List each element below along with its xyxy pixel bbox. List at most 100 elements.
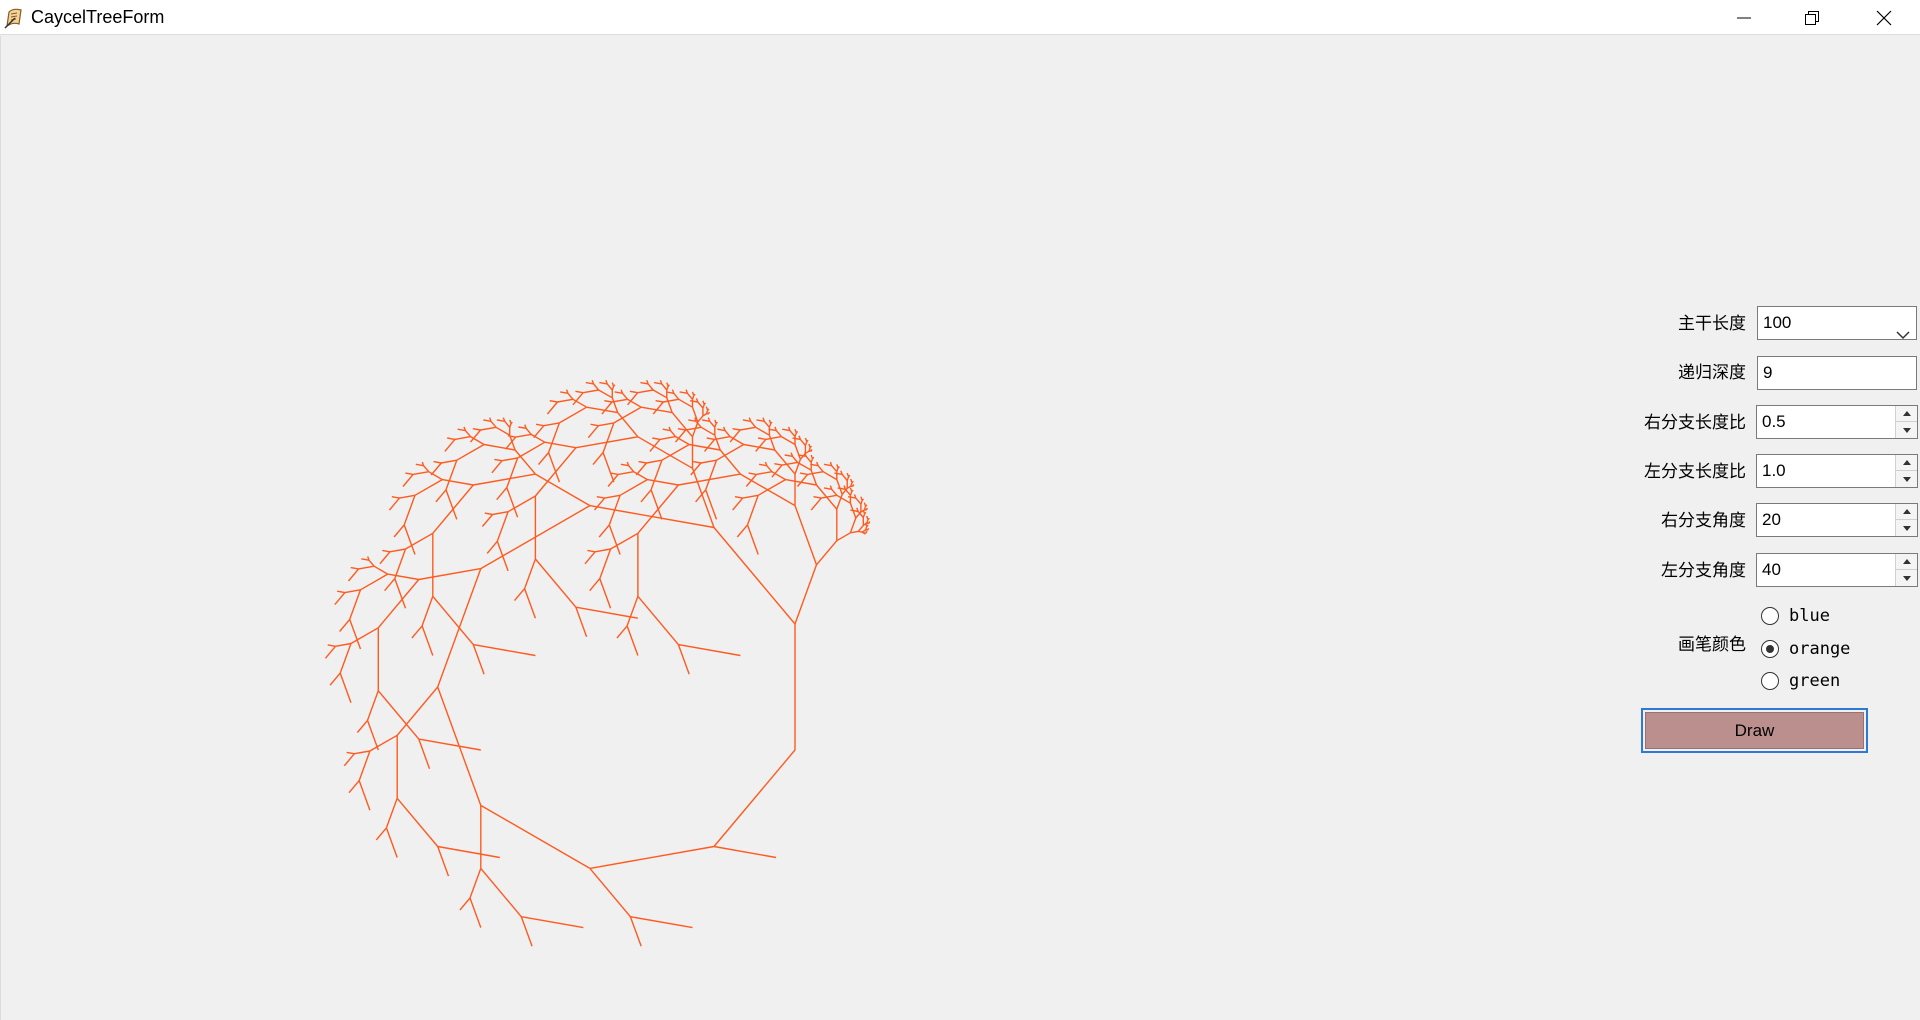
tree-branch-line xyxy=(599,381,608,385)
tree-branch-line xyxy=(691,421,699,438)
tree-branch-line xyxy=(810,497,822,511)
tree-branch-line xyxy=(547,422,561,453)
tree-branch-line xyxy=(377,579,420,629)
tree-branch-line xyxy=(472,428,481,431)
tree-branch-line xyxy=(860,496,863,501)
left-ratio-value: 1.0 xyxy=(1762,461,1786,480)
tree-branch-line xyxy=(846,472,850,478)
tree-branch-line xyxy=(559,406,587,424)
right-ratio-up-button[interactable] xyxy=(1896,406,1917,422)
tree-branch-line xyxy=(368,559,375,567)
tree-branch-line xyxy=(810,448,813,452)
tree-branch-line xyxy=(789,430,796,438)
tree-branch-line xyxy=(373,565,389,575)
tree-branch-line xyxy=(484,512,493,516)
tree-branch-line xyxy=(375,827,387,841)
recursion-depth-input[interactable]: 9 xyxy=(1757,356,1917,390)
left-angle-down-button[interactable] xyxy=(1896,570,1917,586)
tree-branch-line xyxy=(537,452,550,466)
chevron-down-icon xyxy=(1896,319,1910,351)
tree-branch-line xyxy=(366,690,379,721)
tree-branch-line xyxy=(618,471,634,476)
tree-branch-line xyxy=(441,459,457,464)
trunk-length-combo[interactable]: 100 xyxy=(1757,306,1917,340)
tree-branch-line xyxy=(490,420,497,428)
tree-branch-line xyxy=(646,459,663,464)
right-ratio-down-button[interactable] xyxy=(1896,422,1917,438)
left-ratio-up-button[interactable] xyxy=(1896,455,1917,471)
left-ratio-down-button[interactable] xyxy=(1896,471,1917,487)
left-ratio-spinner xyxy=(1895,455,1917,487)
right-ratio-spinner xyxy=(1895,406,1917,438)
left-ratio-stepper[interactable]: 1.0 xyxy=(1756,454,1918,488)
tree-branch-line xyxy=(617,412,639,438)
tree-branch-line xyxy=(834,472,843,476)
tree-branch-line xyxy=(861,529,866,533)
tree-branch-line xyxy=(630,916,693,929)
tree-branch-line xyxy=(592,452,604,466)
left-angle-stepper[interactable]: 40 xyxy=(1756,553,1918,587)
tree-branch-line xyxy=(348,780,360,794)
tree-branch-line xyxy=(666,382,669,387)
tree-branch-line xyxy=(638,460,647,464)
tree-branch-line xyxy=(647,383,654,391)
tree-branch-line xyxy=(836,464,839,469)
tree-branch-line xyxy=(598,422,615,427)
close-button[interactable] xyxy=(1850,0,1918,35)
tree-branch-line xyxy=(347,568,360,582)
left-angle-up-button[interactable] xyxy=(1896,554,1917,570)
radio-blue[interactable]: blue xyxy=(1761,604,1830,628)
right-ratio-stepper[interactable]: 0.5 xyxy=(1756,405,1918,439)
tree-branch-line xyxy=(405,472,414,476)
tree-branch-line xyxy=(327,644,336,647)
tree-branch-line xyxy=(575,436,639,449)
tree-branch-line xyxy=(472,644,485,675)
tree-branch-line xyxy=(387,573,419,581)
caret-down-icon xyxy=(1902,525,1911,531)
tree-branch-line xyxy=(534,447,577,497)
tree-branch-line xyxy=(385,827,398,858)
tree-branch-line xyxy=(582,389,599,394)
tree-branch-line xyxy=(604,400,613,403)
radio-orange[interactable]: orange xyxy=(1761,637,1850,661)
radio-green[interactable]: green xyxy=(1761,669,1840,693)
caret-up-icon xyxy=(1902,460,1911,465)
tree-branch-line xyxy=(713,749,796,847)
tree-branch-line xyxy=(402,473,414,487)
tree-branch-line xyxy=(418,567,481,581)
draw-button[interactable]: Draw xyxy=(1641,708,1868,753)
tree-branch-line xyxy=(481,514,494,527)
right-angle-stepper[interactable]: 20 xyxy=(1756,503,1918,537)
tree-branch-line xyxy=(337,590,346,594)
tree-branch-line xyxy=(794,428,797,434)
tree-branch-line xyxy=(504,420,511,428)
right-angle-label: 右分支角度 xyxy=(1661,511,1746,531)
tree-branch-line xyxy=(697,415,704,423)
restore-button[interactable] xyxy=(1778,0,1846,35)
tree-branch-line xyxy=(535,473,591,507)
tree-branch-line xyxy=(494,458,503,462)
tree-branch-line xyxy=(544,441,577,449)
right-angle-up-button[interactable] xyxy=(1896,504,1917,520)
tree-branch-line xyxy=(396,686,439,736)
tree-branch-line xyxy=(619,478,648,496)
tree-branch-line xyxy=(586,406,618,414)
right-angle-spinner xyxy=(1895,504,1917,536)
recursion-depth-label: 递归深度 xyxy=(1678,363,1746,383)
tree-branch-line xyxy=(678,473,741,486)
right-angle-down-button[interactable] xyxy=(1896,520,1917,536)
tree-branch-line xyxy=(719,449,741,475)
draw-button-face: Draw xyxy=(1645,712,1864,749)
tree-branch-line xyxy=(346,751,355,755)
tree-branch-line xyxy=(567,392,574,400)
tree-branch-line xyxy=(456,443,485,461)
tree-branch-line xyxy=(785,478,817,486)
tree-branch-line xyxy=(841,473,848,481)
tree-branch-line xyxy=(836,479,843,495)
minimize-button[interactable] xyxy=(1710,0,1778,35)
tree-branch-line xyxy=(354,750,371,755)
tree-branch-line xyxy=(593,383,600,391)
tree-branch-line xyxy=(480,804,591,870)
tree-branch-line xyxy=(705,489,718,520)
tree-branch-line xyxy=(575,606,588,638)
